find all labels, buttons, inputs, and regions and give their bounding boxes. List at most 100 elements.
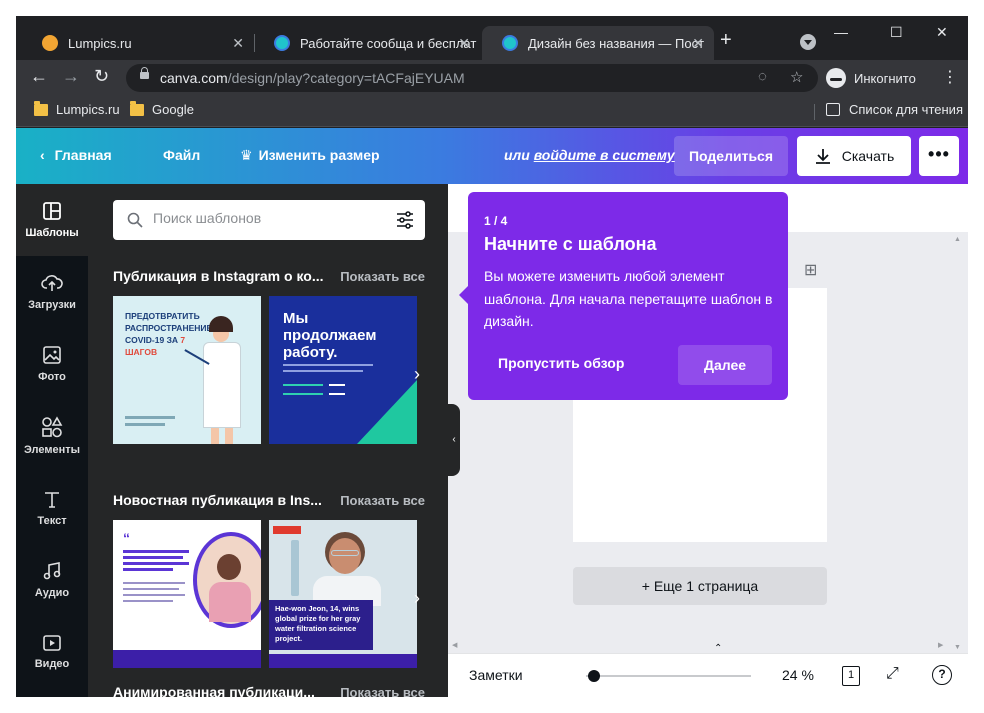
show-all-link[interactable]: Показать все [340,685,425,697]
canva-favicon-icon [502,35,518,51]
home-link[interactable]: ‹ Главная [40,147,112,163]
horizontal-scrollbar[interactable]: ◀ ▶ [448,641,968,651]
browser-menu-button[interactable]: ⋮ [942,67,958,87]
template-line [123,600,173,602]
tab-canva-design[interactable]: Дизайн без названия — Пост ✕ [482,26,714,60]
editor-footer: Заметки 24 % 1 ⤢ ? [448,653,968,697]
quote-icon: “ [123,530,130,546]
template-footer [269,654,417,668]
chevron-right-icon[interactable]: › [414,588,420,609]
resize-button[interactable]: ♛ Изменить размер [240,147,380,164]
fullscreen-icon[interactable]: ⤢ [886,665,899,683]
url-text: canva.com/design/play?category=tACFajEYU… [160,70,465,86]
tab-title: Lumpics.ru [68,35,132,51]
template-work[interactable]: Мы продолжаем работу. [269,296,417,444]
rail-item-photos[interactable]: Фото [16,328,88,400]
template-line [123,568,173,571]
science-tag [273,526,301,534]
template-text: Мы продолжаем работу. [283,310,377,361]
zoom-value[interactable]: 24 % [782,667,814,683]
news-person-face [329,538,361,574]
template-search[interactable] [113,200,425,240]
browser-window: Lumpics.ru ✕ Работайте сообща и бесплат … [16,16,968,697]
tab-search-icon[interactable] [800,34,816,50]
page-count-button[interactable]: 1 [842,666,860,686]
bookmark-google[interactable]: Google [130,100,194,117]
close-icon[interactable]: ✕ [692,35,704,52]
tab-strip: Lumpics.ru ✕ Работайте сообща и бесплат … [16,16,968,60]
window-close-button[interactable]: ✕ [936,24,948,41]
tour-description: Вы можете изменить любой элемент шаблона… [484,268,773,329]
rail-item-text[interactable]: Текст [16,472,88,544]
search-icon [127,212,143,228]
search-input[interactable] [153,210,383,226]
close-icon[interactable]: ✕ [232,35,244,52]
template-covid[interactable]: ПРЕДОТВРАТИТЬ РАСПРОСТРАНЕНИЕ COVID-19 З… [113,296,261,444]
rail-item-video[interactable]: Видео [16,616,88,688]
help-button[interactable]: ? [932,665,952,685]
reading-list-label: Список для чтения [849,102,963,117]
reload-button[interactable]: ↻ [94,66,109,87]
notes-button[interactable]: Заметки [469,667,523,683]
new-tab-button[interactable]: + [720,29,732,52]
close-icon[interactable]: ✕ [458,35,470,52]
more-button[interactable]: ••• [919,136,959,176]
zoom-slider-handle[interactable] [588,670,601,682]
tab-lumpics[interactable]: Lumpics.ru ✕ [22,26,254,60]
crown-icon: ♛ [240,147,253,163]
portrait-body [209,582,251,622]
templates-panel: Публикация в Instagram о ко... Показать … [88,184,448,697]
template-news[interactable]: Hae-won Jeon, 14, wins global prize for … [269,520,417,668]
rail-label: Загрузки [28,299,76,311]
canva-header: ‹ Главная Файл ♛ Изменить размер или войди… [16,128,968,184]
photo-icon [43,346,61,364]
incognito-icon [826,68,846,88]
collapse-panel-button[interactable]: ‹ [448,404,460,476]
file-menu[interactable]: Файл [163,147,200,163]
vertical-scrollbar[interactable]: ▲ ▼ [954,236,962,656]
eye-off-icon[interactable]: ◌ [758,68,767,85]
address-bar[interactable]: canva.com/design/play?category=tACFajEYU… [126,64,818,92]
goggles [331,550,359,556]
template-line [123,550,189,553]
next-button[interactable]: Далее [678,345,772,385]
template-accent-triangle [357,380,417,444]
portrait-head [217,554,241,580]
tab-canva-collab[interactable]: Работайте сообща и бесплат ✕ [254,26,480,60]
template-grant[interactable]: “ [113,520,261,668]
rail-item-audio[interactable]: Аудио [16,544,88,616]
bookmark-lumpics[interactable]: Lumpics.ru [34,100,120,117]
zoom-slider[interactable] [586,675,751,677]
template-footer-line [125,423,165,426]
reading-list-icon [826,103,840,116]
rail-item-templates[interactable]: Шаблоны [16,184,88,256]
rail-label: Видео [34,658,70,670]
video-icon [43,635,61,651]
upload-icon [41,275,63,291]
download-button[interactable]: Скачать [797,136,911,176]
onboarding-tour-popup: 1 / 4 Начните с шаблона Вы можете измени… [459,192,788,400]
skip-tour-button[interactable]: Пропустить обзор [498,355,624,371]
folder-icon [34,100,48,116]
rail-item-elements[interactable]: Элементы [16,400,88,472]
forward-button[interactable]: → [62,66,80,87]
back-button[interactable]: ← [30,66,48,87]
login-link[interactable]: войдите в систему [534,147,675,163]
star-icon[interactable]: ☆ [790,68,803,86]
maximize-button[interactable]: ☐ [890,24,903,41]
rail-label: Элементы [23,444,81,456]
chevron-right-icon[interactable]: › [414,364,420,385]
minimize-button[interactable]: — [834,24,848,40]
add-page-icon[interactable]: ⊞ [804,260,817,280]
show-all-link[interactable]: Показать все [340,269,425,284]
add-page-button[interactable]: + Еще 1 страница [573,567,827,605]
template-footer-line [125,416,175,419]
rail-item-uploads[interactable]: Загрузки [16,256,88,328]
reading-list-button[interactable]: Список для чтения [826,102,963,117]
share-button[interactable]: Поделиться [674,136,788,176]
show-all-link[interactable]: Показать все [340,493,425,508]
home-label: Главная [54,147,112,163]
template-line [123,562,189,565]
filter-icon[interactable] [395,211,415,229]
incognito-indicator[interactable]: Инкогнито [826,66,916,90]
